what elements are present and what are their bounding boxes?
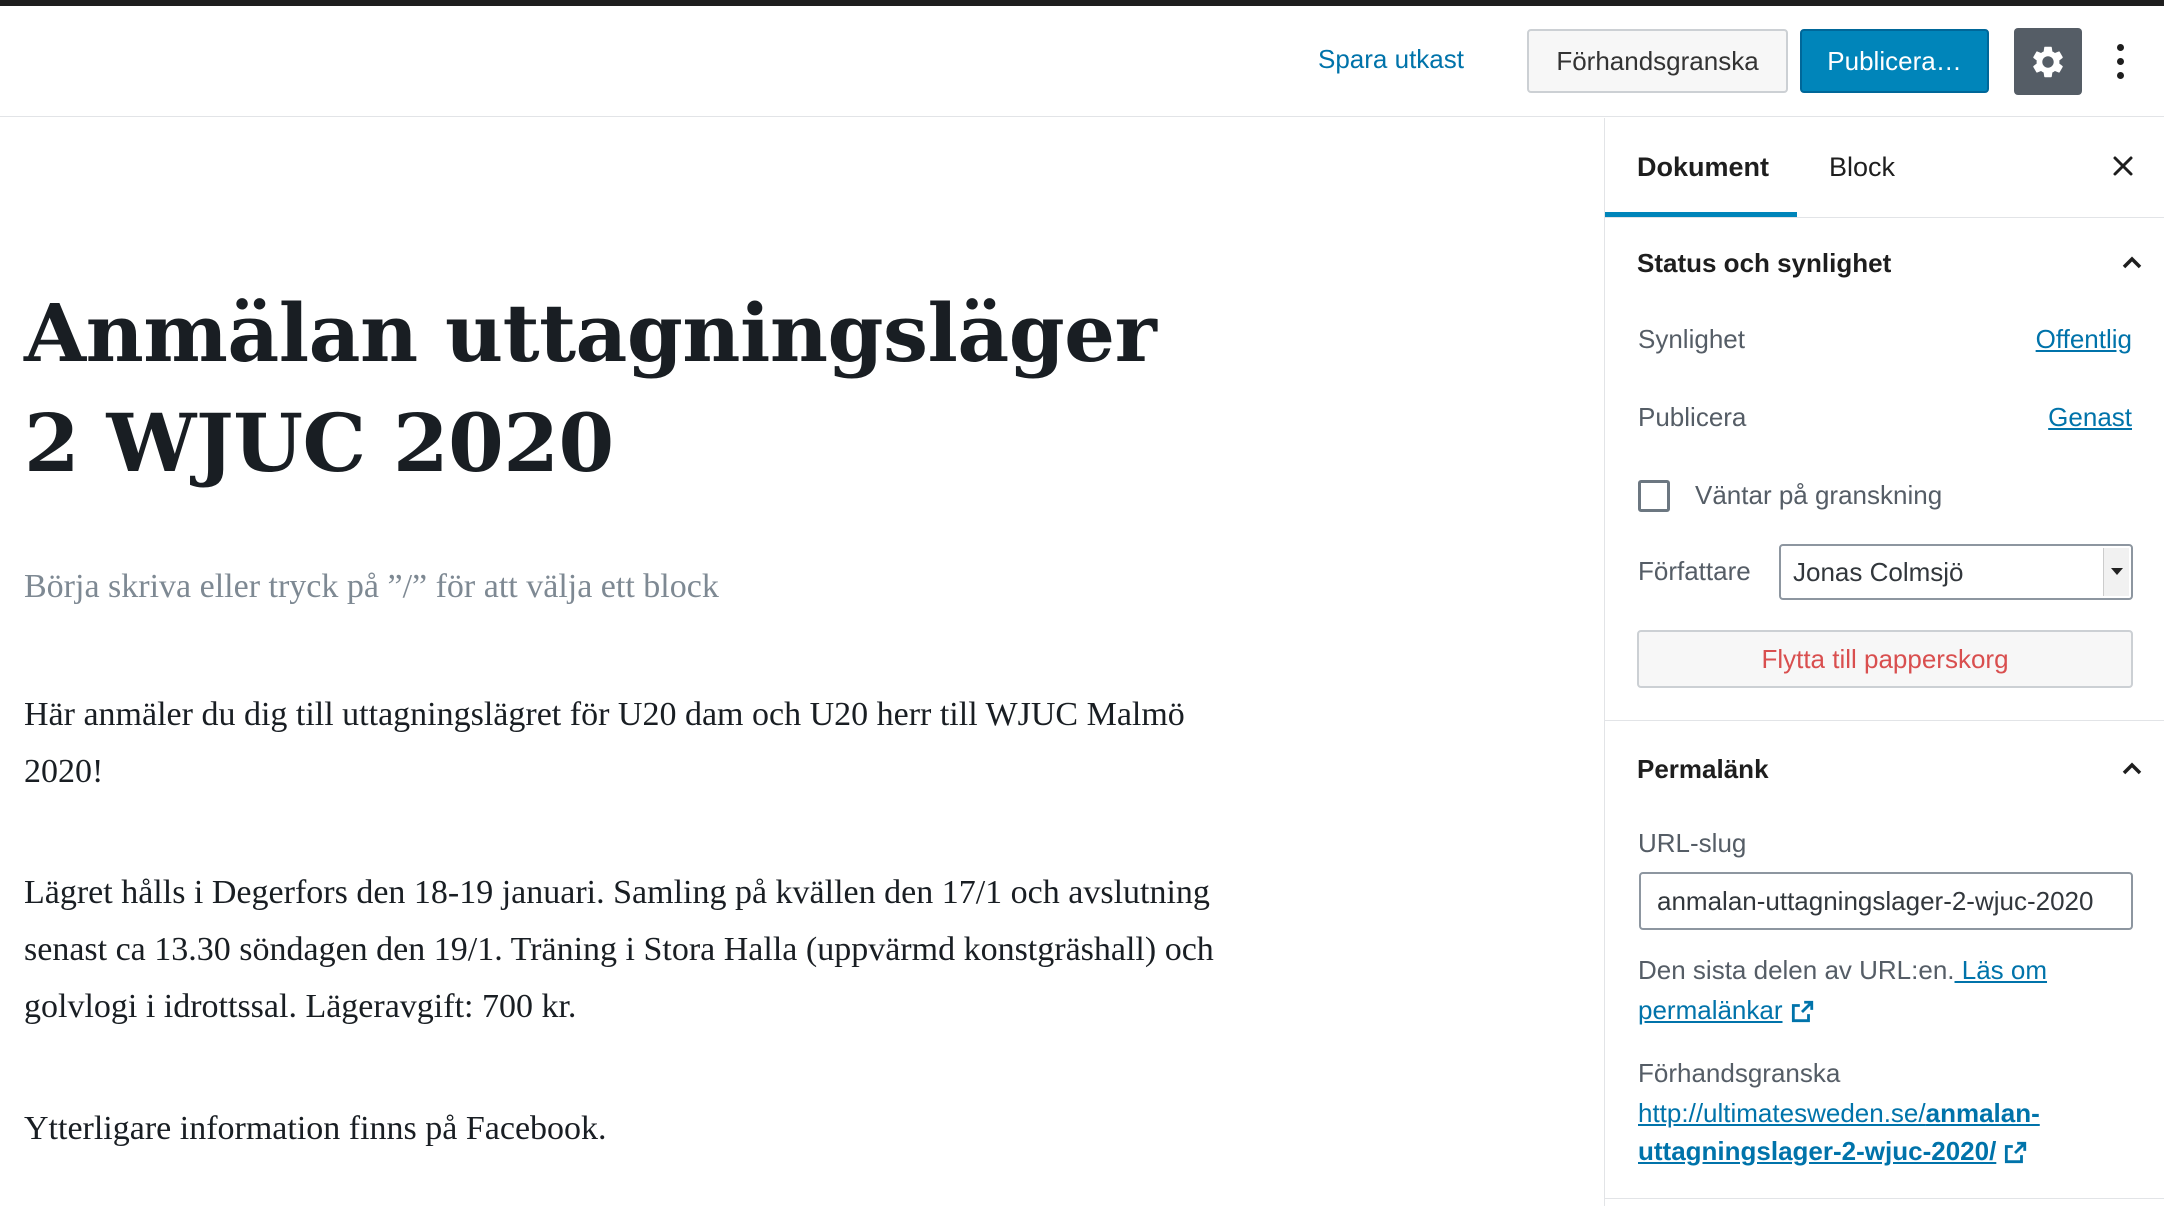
paragraph-block[interactable]: Här anmäler du dig till uttagningslägret… bbox=[24, 686, 1224, 800]
permalink-help: Den sista delen av URL:en. Läs om permal… bbox=[1638, 950, 2118, 1030]
visibility-label: Synlighet bbox=[1638, 324, 1745, 354]
chevron-up-icon[interactable] bbox=[2117, 248, 2147, 278]
sidebar-tabs: Dokument Block bbox=[1605, 118, 2164, 218]
save-draft-button[interactable]: Spara utkast bbox=[1318, 44, 1464, 75]
author-select-value: Jonas Colmsjö bbox=[1793, 556, 1964, 587]
panel-divider bbox=[1605, 720, 2164, 721]
gear-icon bbox=[2033, 46, 2063, 77]
publish-date-toggle[interactable]: Genast bbox=[2048, 402, 2132, 433]
url-slug-input[interactable]: anmalan-uttagningslager-2-wjuc-2020 bbox=[1639, 872, 2133, 930]
external-link-icon bbox=[1791, 1000, 1813, 1023]
permalink-help-text: Den sista delen av URL:en. bbox=[1638, 955, 1955, 985]
external-link-icon bbox=[2005, 1141, 2027, 1164]
block-placeholder[interactable]: Börja skriva eller tryck på ”/” för att … bbox=[24, 568, 719, 606]
preview-url-link[interactable]: http://ultimatesweden.se/anmalan-uttagni… bbox=[1638, 1094, 2138, 1170]
close-icon bbox=[2113, 156, 2133, 176]
paragraph-block[interactable]: Ytterligare information finns på Faceboo… bbox=[24, 1100, 1224, 1157]
preview-button[interactable]: Förhandsgranska bbox=[1527, 29, 1788, 93]
panel-divider bbox=[1605, 1198, 2164, 1199]
paragraph-block[interactable]: Lägret hålls i Degerfors den 18-19 janua… bbox=[24, 864, 1224, 1035]
publish-button[interactable]: Publicera… bbox=[1800, 29, 1989, 93]
author-select[interactable]: Jonas Colmsjö bbox=[1779, 544, 2133, 600]
pending-review-label[interactable]: Väntar på granskning bbox=[1695, 480, 1942, 511]
permalink-panel-title[interactable]: Permalänk bbox=[1637, 754, 1769, 785]
author-label: Författare bbox=[1638, 556, 1751, 586]
editor-header: Spara utkast Förhandsgranska Publicera… bbox=[0, 6, 2164, 117]
tab-block[interactable]: Block bbox=[1829, 152, 1895, 183]
close-sidebar-button[interactable] bbox=[2105, 148, 2141, 184]
chevron-down-icon bbox=[2103, 548, 2129, 596]
preview-label: Förhandsgranska bbox=[1638, 1058, 1841, 1088]
active-tab-indicator bbox=[1605, 212, 1797, 217]
more-options-button[interactable] bbox=[2100, 36, 2140, 86]
preview-url-base: http://ultimatesweden.se/ bbox=[1638, 1098, 1926, 1128]
editor-canvas: Anmälan uttagningsläger 2 WJUC 2020 Börj… bbox=[0, 118, 1604, 1206]
settings-sidebar: Dokument Block Status och synlighet Synl… bbox=[1604, 118, 2164, 1206]
status-panel-title[interactable]: Status och synlighet bbox=[1637, 248, 1891, 279]
pending-review-checkbox[interactable] bbox=[1638, 480, 1670, 512]
post-title[interactable]: Anmälan uttagningsläger 2 WJUC 2020 bbox=[24, 278, 1184, 498]
chevron-up-icon[interactable] bbox=[2117, 754, 2147, 784]
publish-date-label: Publicera bbox=[1638, 402, 1747, 432]
move-to-trash-button[interactable]: Flytta till papperskorg bbox=[1637, 630, 2133, 688]
vertical-ellipsis-icon bbox=[2116, 43, 2124, 51]
settings-button[interactable] bbox=[2014, 28, 2082, 95]
tab-document[interactable]: Dokument bbox=[1637, 152, 1769, 183]
visibility-toggle[interactable]: Offentlig bbox=[2036, 324, 2132, 355]
url-slug-label: URL-slug bbox=[1638, 828, 1747, 858]
